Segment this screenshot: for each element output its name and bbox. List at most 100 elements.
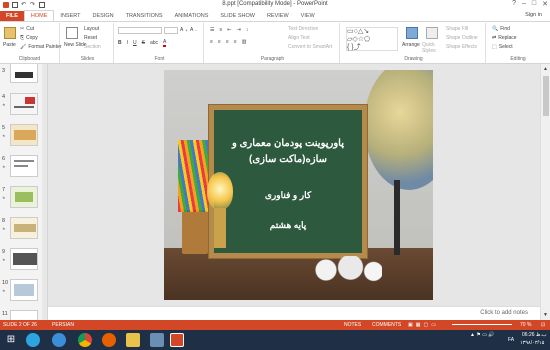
file-explorer-icon[interactable]	[126, 333, 140, 347]
tab-transitions[interactable]: TRANSITIONS	[120, 11, 169, 21]
arrange-button[interactable]: Arrange	[402, 42, 420, 48]
font-color-icon[interactable]: A	[163, 39, 167, 47]
zoom-level[interactable]: 70 %	[520, 322, 531, 328]
decrease-indent-icon[interactable]: ⇤	[227, 27, 231, 33]
slide-scrollbar[interactable]: ▲ ▼	[540, 64, 550, 320]
tab-design[interactable]: DESIGN	[87, 11, 120, 21]
thumbnail-row[interactable]: 10 ★	[0, 278, 46, 306]
underline-button[interactable]: U	[133, 40, 137, 46]
slide-thumbnail[interactable]	[10, 248, 38, 270]
tab-home[interactable]: HOME	[23, 10, 55, 21]
slide-thumbnail[interactable]	[10, 93, 38, 115]
scroll-down-icon[interactable]: ▼	[543, 312, 548, 318]
maximize-button[interactable]: □	[532, 0, 536, 8]
section-button[interactable]: Section	[84, 44, 101, 50]
arrange-icon[interactable]	[406, 27, 418, 39]
shape-outline-button[interactable]: Shape Outline	[446, 35, 478, 41]
slide-thumbnail[interactable]	[10, 64, 38, 83]
align-left-icon[interactable]: ≡	[210, 39, 213, 45]
numbering-icon[interactable]: ≡	[219, 27, 222, 33]
tab-animations[interactable]: ANIMATIONS	[169, 11, 215, 21]
scroll-thumb[interactable]	[543, 76, 549, 116]
powerpoint-taskbar-icon[interactable]	[170, 333, 184, 347]
paste-icon[interactable]	[4, 27, 16, 39]
bullets-icon[interactable]: ☰	[210, 27, 214, 33]
thumbnail-row[interactable]: 11	[0, 309, 46, 320]
firefox-icon[interactable]	[102, 333, 116, 347]
comments-toggle[interactable]: COMMENTS	[372, 322, 401, 328]
convert-smartart-button[interactable]: Convert to SmartArt	[288, 44, 332, 50]
minimize-button[interactable]: –	[522, 0, 526, 8]
font-name-combobox[interactable]	[118, 27, 162, 34]
language-tray[interactable]: FA	[508, 337, 514, 343]
shape-effects-button[interactable]: Shape Effects	[446, 44, 477, 50]
notes-pane[interactable]: Click to add notes	[48, 306, 540, 320]
replace-button[interactable]: ⇄ Replace	[492, 35, 517, 41]
language-indicator[interactable]: PERSIAN	[52, 322, 74, 328]
bold-button[interactable]: B	[118, 40, 122, 46]
slide-thumbnail[interactable]	[10, 310, 38, 320]
slideshow-icon[interactable]: ▭	[431, 322, 439, 328]
scroll-up-icon[interactable]: ▲	[543, 66, 548, 72]
shapes-gallery[interactable]: ▭○△↘ ▱◇☆⬠{ }⤴	[346, 27, 398, 51]
strikethrough-button[interactable]: S	[142, 40, 145, 46]
decrease-font-icon[interactable]: A-	[190, 27, 197, 33]
slide-thumbnail[interactable]	[10, 155, 38, 177]
new-slide-icon[interactable]	[66, 27, 78, 39]
close-button[interactable]: ✕	[542, 0, 548, 8]
columns-icon[interactable]: ▥	[242, 39, 247, 45]
increase-indent-icon[interactable]: ⇥	[237, 27, 241, 33]
line-spacing-icon[interactable]: ↕	[246, 27, 249, 33]
paste-button[interactable]: Paste	[3, 42, 16, 48]
chrome-icon[interactable]	[78, 333, 92, 347]
tray-icons[interactable]: ▲ ⚑ ▭ 🔊	[470, 332, 495, 338]
notes-toggle[interactable]: NOTES	[344, 322, 361, 328]
align-right-icon[interactable]: ≡	[226, 39, 229, 45]
font-size-combobox[interactable]	[164, 27, 178, 34]
justify-icon[interactable]: ≡	[234, 39, 237, 45]
tab-view[interactable]: VIEW	[295, 11, 321, 21]
photos-icon[interactable]	[150, 333, 164, 347]
current-slide[interactable]: پاورپوینت پودمان معماری و سازه(ماکت سازی…	[164, 70, 433, 300]
browser-icon[interactable]	[52, 333, 66, 347]
select-button[interactable]: ⬚ Select	[492, 44, 513, 50]
increase-font-icon[interactable]: A +	[180, 27, 188, 33]
align-center-icon[interactable]: ≡	[218, 39, 221, 45]
help-button[interactable]: ?	[512, 0, 516, 8]
slide-thumbnail[interactable]	[10, 279, 38, 301]
normal-view-icon[interactable]: ▣	[408, 322, 416, 328]
zoom-slider[interactable]	[452, 324, 512, 325]
italic-button[interactable]: I	[127, 40, 128, 46]
thumbnails-scrollbar[interactable]	[42, 64, 47, 320]
thumbnail-row[interactable]: 3	[0, 64, 46, 88]
clock-date[interactable]: ۱۳۹۸/۰۳/۱۵	[520, 340, 544, 346]
slide-thumbnail[interactable]	[10, 186, 38, 208]
align-text-button[interactable]: Align Text	[288, 35, 310, 41]
shape-fill-button[interactable]: Shape Fill	[446, 26, 468, 32]
thumbnail-row[interactable]: 8 ★	[0, 216, 46, 244]
tab-slide-show[interactable]: SLIDE SHOW	[214, 11, 261, 21]
tab-insert[interactable]: INSERT	[54, 11, 86, 21]
quick-styles-icon[interactable]	[426, 27, 438, 39]
notes-placeholder[interactable]: Click to add notes	[480, 310, 528, 316]
text-direction-button[interactable]: Text Direction	[288, 26, 318, 32]
fit-slide-icon[interactable]: ⊡	[541, 322, 545, 328]
slide-thumbnail[interactable]	[10, 124, 38, 146]
thumbnail-row[interactable]: 5 ★	[0, 123, 46, 151]
format-painter-button[interactable]: 🖌 Format Painter	[20, 44, 61, 50]
start-button-icon[interactable]: ⊞	[4, 333, 18, 347]
cut-button[interactable]: ✂ Cut	[20, 26, 34, 32]
reset-button[interactable]: Reset	[84, 35, 97, 41]
thumbnail-row[interactable]: 6 ★	[0, 154, 46, 182]
telegram-icon[interactable]	[26, 333, 40, 347]
clock-time[interactable]: 06:26 ب.ظ	[522, 332, 547, 338]
thumbnail-row[interactable]: 7 ★	[0, 185, 46, 213]
layout-button[interactable]: Layout	[84, 26, 99, 32]
slide-thumbnail[interactable]	[10, 217, 38, 239]
tab-file[interactable]: FILE	[0, 11, 24, 21]
sign-in-link[interactable]: Sign in	[525, 12, 542, 18]
copy-button[interactable]: ⎘ Copy	[20, 35, 38, 41]
tab-review[interactable]: REVIEW	[261, 11, 295, 21]
thumbnail-row[interactable]: 4 ★	[0, 92, 46, 120]
find-button[interactable]: 🔍 Find	[492, 26, 510, 32]
